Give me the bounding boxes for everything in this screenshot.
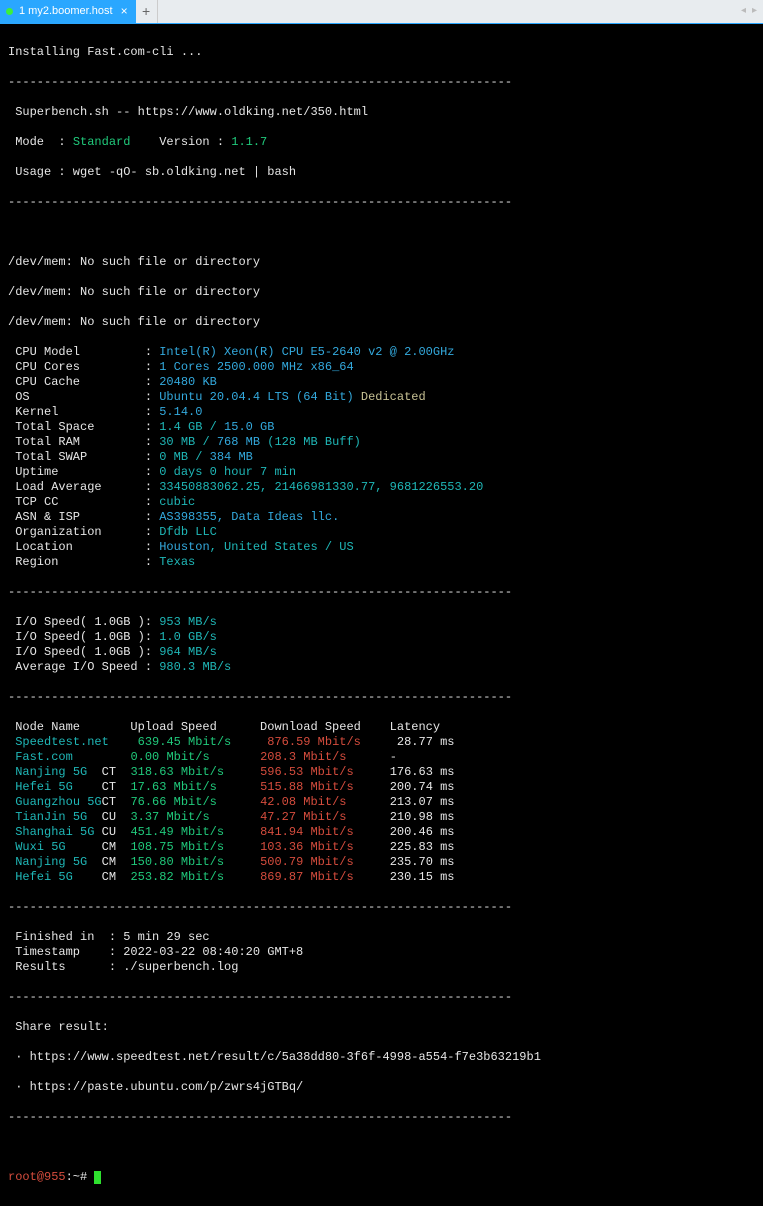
terminal-output: Installing Fast.com-cli ... ------------… bbox=[0, 24, 763, 1206]
divider: ----------------------------------------… bbox=[8, 585, 755, 600]
share-label: Share result: bbox=[8, 1020, 755, 1035]
prompt-line[interactable]: root@955:~# bbox=[8, 1170, 755, 1185]
tab-bar: 1 my2.boomer.host × + ◂ ▸ bbox=[0, 0, 763, 24]
cursor-icon bbox=[94, 1171, 101, 1184]
net-row: Hefei 5G CM 253.82 Mbit/s 869.87 Mbit/s … bbox=[8, 870, 755, 885]
sys-row: Total Space : 1.4 GB / 15.0 GB bbox=[8, 420, 755, 435]
tab-nav-arrows[interactable]: ◂ ▸ bbox=[741, 0, 763, 23]
sys-row: CPU Cores : 1 Cores 2500.000 MHz x86_64 bbox=[8, 360, 755, 375]
close-icon[interactable]: × bbox=[119, 4, 130, 19]
header-line-1: Superbench.sh -- https://www.oldking.net… bbox=[8, 105, 755, 120]
net-row: Nanjing 5G CM 150.80 Mbit/s 500.79 Mbit/… bbox=[8, 855, 755, 870]
net-row: Guangzhou 5GCT 76.66 Mbit/s 42.08 Mbit/s… bbox=[8, 795, 755, 810]
share-url-2: · https://paste.ubuntu.com/p/zwrs4jGTBq/ bbox=[8, 1080, 755, 1095]
net-header: Node Name Upload Speed Download Speed La… bbox=[8, 720, 755, 735]
share-url-1: · https://www.speedtest.net/result/c/5a3… bbox=[8, 1050, 755, 1065]
divider: ----------------------------------------… bbox=[8, 990, 755, 1005]
sys-row: CPU Model : Intel(R) Xeon(R) CPU E5-2640… bbox=[8, 345, 755, 360]
footer-row: Results : ./superbench.log bbox=[8, 960, 755, 975]
divider: ----------------------------------------… bbox=[8, 75, 755, 90]
footer-row: Timestamp : 2022-03-22 08:40:20 GMT+8 bbox=[8, 945, 755, 960]
divider: ----------------------------------------… bbox=[8, 900, 755, 915]
footer-block: Finished in : 5 min 29 sec Timestamp : 2… bbox=[8, 930, 755, 975]
tab-active[interactable]: 1 my2.boomer.host × bbox=[0, 0, 136, 23]
sys-row: Kernel : 5.14.0 bbox=[8, 405, 755, 420]
sys-row: OS : Ubuntu 20.04.4 LTS (64 Bit) Dedicat… bbox=[8, 390, 755, 405]
devmem-line: /dev/mem: No such file or directory bbox=[8, 315, 755, 330]
devmem-line: /dev/mem: No such file or directory bbox=[8, 255, 755, 270]
system-info-block: CPU Model : Intel(R) Xeon(R) CPU E5-2640… bbox=[8, 345, 755, 570]
net-row: Nanjing 5G CT 318.63 Mbit/s 596.53 Mbit/… bbox=[8, 765, 755, 780]
tab-title: 1 my2.boomer.host bbox=[19, 4, 113, 19]
sys-row: TCP CC : cubic bbox=[8, 495, 755, 510]
devmem-line: /dev/mem: No such file or directory bbox=[8, 285, 755, 300]
sys-row: ASN & ISP : AS398355, Data Ideas llc. bbox=[8, 510, 755, 525]
new-tab-button[interactable]: + bbox=[136, 0, 158, 23]
sys-row: Uptime : 0 days 0 hour 7 min bbox=[8, 465, 755, 480]
sys-row: Region : Texas bbox=[8, 555, 755, 570]
sys-row: Total RAM : 30 MB / 768 MB (128 MB Buff) bbox=[8, 435, 755, 450]
header-usage: Usage : wget -qO- sb.oldking.net | bash bbox=[8, 165, 755, 180]
net-row: Shanghai 5G CU 451.49 Mbit/s 841.94 Mbit… bbox=[8, 825, 755, 840]
status-dot-icon bbox=[6, 8, 13, 15]
sys-row: Location : Houston, United States / US bbox=[8, 540, 755, 555]
speedtest-table: Node Name Upload Speed Download Speed La… bbox=[8, 720, 755, 885]
io-row: I/O Speed( 1.0GB ): 953 MB/s bbox=[8, 615, 755, 630]
sys-row: Total SWAP : 0 MB / 384 MB bbox=[8, 450, 755, 465]
net-row: Fast.com 0.00 Mbit/s 208.3 Mbit/s - bbox=[8, 750, 755, 765]
sys-row: Load Average : 33450883062.25, 214669813… bbox=[8, 480, 755, 495]
divider: ----------------------------------------… bbox=[8, 690, 755, 705]
footer-row: Finished in : 5 min 29 sec bbox=[8, 930, 755, 945]
net-row: Hefei 5G CT 17.63 Mbit/s 515.88 Mbit/s 2… bbox=[8, 780, 755, 795]
net-row: Wuxi 5G CM 108.75 Mbit/s 103.36 Mbit/s 2… bbox=[8, 840, 755, 855]
io-row: I/O Speed( 1.0GB ): 964 MB/s bbox=[8, 645, 755, 660]
io-block: I/O Speed( 1.0GB ): 953 MB/s I/O Speed( … bbox=[8, 615, 755, 675]
header-mode-line: Mode : Standard Version : 1.1.7 bbox=[8, 135, 755, 150]
net-row: TianJin 5G CU 3.37 Mbit/s 47.27 Mbit/s 2… bbox=[8, 810, 755, 825]
sys-row: CPU Cache : 20480 KB bbox=[8, 375, 755, 390]
sys-row: Organization : Dfdb LLC bbox=[8, 525, 755, 540]
net-row: Speedtest.net 639.45 Mbit/s 876.59 Mbit/… bbox=[8, 735, 755, 750]
divider: ----------------------------------------… bbox=[8, 195, 755, 210]
io-row: I/O Speed( 1.0GB ): 1.0 GB/s bbox=[8, 630, 755, 645]
install-line: Installing Fast.com-cli ... bbox=[8, 45, 755, 60]
divider: ----------------------------------------… bbox=[8, 1110, 755, 1125]
io-row: Average I/O Speed : 980.3 MB/s bbox=[8, 660, 755, 675]
